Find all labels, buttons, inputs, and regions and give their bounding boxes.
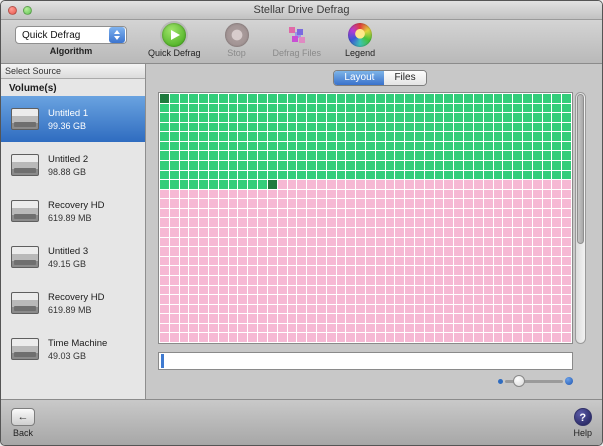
defrag-files-icon (285, 23, 309, 47)
legend-button-label: Legend (345, 48, 376, 58)
algorithm-label: Algorithm (49, 46, 93, 56)
toolbar: Quick Defrag Algorithm Quick Defrag Stop… (1, 20, 602, 64)
volume-size: 619.89 MB (48, 212, 92, 223)
select-stepper-icon (109, 27, 125, 43)
scrollbar-thumb[interactable] (577, 94, 584, 244)
tab-layout[interactable]: Layout (334, 71, 385, 85)
legend-color-wheel-icon (348, 23, 373, 47)
volume-list-item[interactable]: Time Machine 49.03 GB (1, 326, 145, 372)
zoom-slider[interactable] (505, 374, 563, 387)
help-button-label: Help (573, 427, 592, 438)
zoom-in-icon[interactable] (565, 377, 573, 385)
legend-button[interactable]: Legend (345, 23, 375, 58)
tab-files[interactable]: Files (384, 71, 426, 85)
algorithm-group: Quick Defrag Algorithm (1, 20, 136, 56)
zoom-control (158, 374, 573, 387)
drive-icon (11, 338, 39, 360)
help-question-icon: ? (573, 407, 592, 426)
toolbar-buttons: Quick Defrag Stop Defrag Files Legend (136, 20, 387, 58)
stop-icon (224, 23, 249, 47)
stop-button[interactable]: Stop (224, 23, 249, 58)
volume-list-item[interactable]: Recovery HD 619.89 MB (1, 188, 145, 234)
defrag-main-panel: Layout Files (146, 64, 602, 399)
quick-defrag-button[interactable]: Quick Defrag (148, 23, 201, 58)
volume-list-item[interactable]: Untitled 2 98.88 GB (1, 142, 145, 188)
title-bar: Stellar Drive Defrag (1, 1, 602, 20)
volume-size: 619.89 MB (48, 304, 92, 315)
source-sidebar: Select Source Volume(s) Untitled 1 99.36… (1, 64, 146, 399)
algorithm-select[interactable]: Quick Defrag (15, 26, 127, 44)
volume-name: Time Machine (48, 337, 108, 349)
volume-name: Recovery HD (48, 199, 105, 211)
volume-name: Untitled 2 (48, 153, 89, 165)
volume-size: 98.88 GB (48, 166, 87, 177)
app-window: Stellar Drive Defrag Quick Defrag Algori… (0, 0, 603, 446)
play-icon (162, 23, 187, 47)
help-button[interactable]: ? Help (573, 407, 592, 438)
drive-icon (11, 108, 39, 130)
content-area: Select Source Volume(s) Untitled 1 99.36… (1, 64, 602, 399)
volume-size: 99.36 GB (48, 120, 87, 131)
overview-position-indicator (161, 354, 164, 368)
window-title: Stellar Drive Defrag (253, 4, 350, 16)
stop-button-label: Stop (227, 48, 246, 58)
drive-icon (11, 200, 39, 222)
zoom-out-icon[interactable] (498, 378, 503, 384)
volume-list-item[interactable]: Untitled 1 99.36 GB (1, 96, 145, 142)
defrag-files-button-label: Defrag Files (272, 48, 322, 58)
defrag-grid[interactable] (158, 92, 573, 344)
view-tabs: Layout Files (333, 70, 427, 86)
quick-defrag-button-label: Quick Defrag (148, 48, 201, 58)
volume-name: Untitled 3 (48, 245, 89, 257)
volume-list-item[interactable]: Untitled 3 49.15 GB (1, 234, 145, 280)
bottom-bar: ← Back ? Help (1, 399, 602, 445)
defrag-files-button[interactable]: Defrag Files (272, 23, 322, 58)
algorithm-selected-value: Quick Defrag (22, 29, 81, 41)
volume-name: Recovery HD (48, 291, 105, 303)
volume-size: 49.15 GB (48, 258, 87, 269)
drive-icon (11, 246, 39, 268)
volume-size: 49.03 GB (48, 350, 87, 361)
drive-icon (11, 292, 39, 314)
zoom-slider-thumb[interactable] (513, 374, 525, 387)
select-source-header: Select Source (1, 64, 145, 79)
overview-strip[interactable] (158, 352, 573, 370)
drive-icon (11, 154, 39, 176)
back-button[interactable]: ← Back (11, 407, 35, 438)
volume-list-item[interactable]: Recovery HD 619.89 MB (1, 280, 145, 326)
back-button-label: Back (12, 427, 33, 438)
volumes-group-label: Volume(s) (9, 83, 57, 94)
volume-name: Untitled 1 (48, 107, 89, 119)
vertical-scrollbar[interactable] (575, 92, 586, 344)
back-arrow-icon: ← (11, 407, 35, 426)
